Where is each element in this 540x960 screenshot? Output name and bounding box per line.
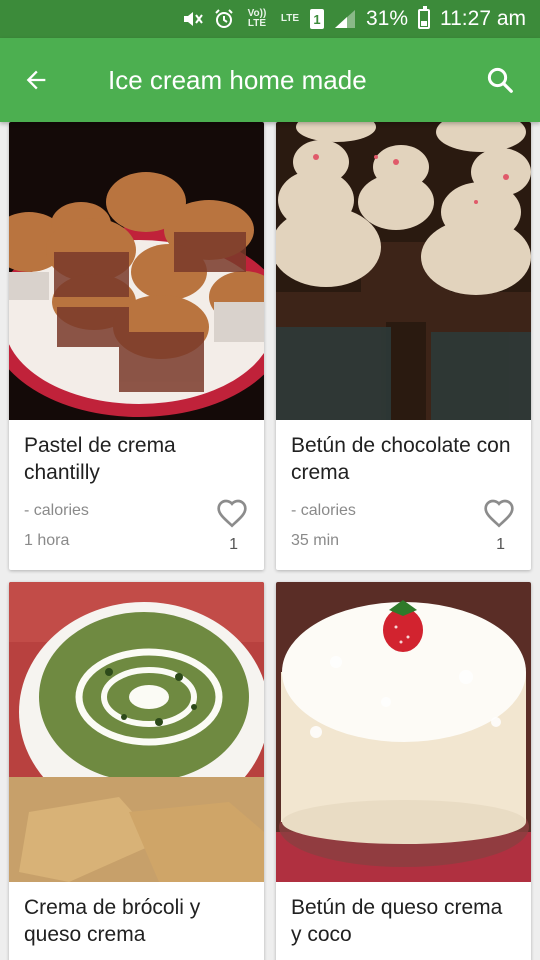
lte-data-icon: LTE	[280, 13, 300, 24]
heart-icon[interactable]	[483, 498, 515, 533]
battery-charging-icon	[418, 6, 430, 29]
signal-icon	[334, 9, 356, 29]
back-button[interactable]	[0, 38, 72, 122]
status-time: 11:27 am	[440, 7, 526, 30]
recipe-calories: - calories	[291, 502, 356, 519]
recipe-time: 1 hora	[24, 532, 70, 549]
sim-icon: 1	[309, 9, 324, 29]
recipe-meta: - calories 35 min 1	[276, 499, 531, 570]
recipe-grid: Pastel de crema chantilly - calories 1 h…	[0, 122, 540, 960]
volte-icon: Vo)) LTE	[247, 8, 267, 29]
alarm-icon	[214, 9, 234, 29]
recipe-photo-coconut-cake	[276, 582, 531, 882]
status-bar: Vo)) LTE LTE 1 31% 11:27 am	[0, 0, 540, 38]
recipe-photo-chocolate-cupcakes	[276, 122, 531, 420]
search-button[interactable]	[460, 38, 540, 122]
mute-icon	[182, 9, 204, 29]
recipe-card[interactable]: Pastel de crema chantilly - calories 1 h…	[9, 122, 264, 570]
recipe-name: Betún de queso crema y coco	[291, 896, 503, 946]
app-bar: Ice cream home made	[0, 38, 540, 122]
recipe-card[interactable]: Crema de brócoli y queso crema	[9, 582, 264, 960]
arrow-back-icon	[26, 70, 46, 90]
recipe-calories: - calories	[24, 502, 89, 519]
like-count: 1	[229, 536, 238, 553]
recipe-meta: - calories 1 hora 1	[9, 499, 264, 570]
recipe-photo-broccoli-soup	[9, 582, 264, 882]
recipe-card[interactable]: Betún de chocolate con crema - calories …	[276, 122, 531, 570]
recipe-time: 35 min	[291, 532, 340, 549]
recipe-name: Betún de chocolate con crema	[291, 434, 511, 484]
recipe-card[interactable]: Betún de queso crema y coco	[276, 582, 531, 960]
recipe-name: Crema de brócoli y queso crema	[24, 896, 201, 946]
recipe-photo-muffins	[9, 122, 264, 420]
search-icon	[487, 67, 513, 93]
page-title: Ice cream home made	[108, 64, 367, 95]
like-count: 1	[496, 536, 505, 553]
recipe-name: Pastel de crema chantilly	[24, 434, 176, 484]
battery-percent: 31%	[365, 7, 408, 30]
heart-icon[interactable]	[216, 498, 248, 533]
